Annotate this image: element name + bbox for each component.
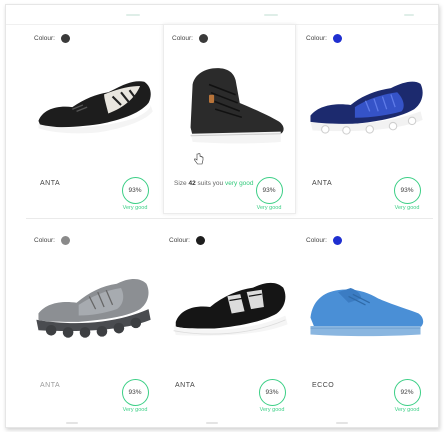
product-card[interactable]: Colour: Size 42 suits you very good 93% … [163,24,296,214]
colour-row: Colour: [306,31,425,45]
blue-knit-running-shoe-icon [310,81,423,135]
colour-swatch[interactable] [332,33,342,43]
fit-score: 93% Very good [115,379,155,413]
score-label: Very good [256,205,282,211]
colour-row: Colour: [34,233,153,247]
colour-swatch[interactable] [60,235,70,245]
score-label: Very good [122,407,148,413]
colour-label: Colour: [306,34,327,42]
fit-score: 93% Very good [387,177,427,211]
product-card[interactable]: Colour: ANTA 93% Very good [26,25,161,215]
black-white-running-shoe-icon [38,81,153,134]
product-image[interactable] [302,251,429,363]
top-strip [6,5,438,25]
brand-name: ANTA [175,382,196,389]
product-card[interactable]: Colour: ANTA 93% Very good [298,25,433,215]
fit-score: 93% Very good [115,177,155,211]
product-image[interactable] [302,49,429,161]
colour-swatch[interactable] [332,235,342,245]
colour-label: Colour: [34,236,55,244]
colour-row: Colour: [306,233,425,247]
colour-swatch[interactable] [195,235,205,245]
brand-name: ECCO [312,382,335,389]
score-label: Very good [122,205,148,211]
score-ring: 93% [258,379,286,406]
colour-swatch[interactable] [198,33,208,43]
black-mesh-sneaker-icon [173,282,288,336]
colour-row: Colour: [34,31,153,45]
product-image[interactable] [30,251,157,363]
fit-score: 92% Very good [387,379,427,413]
colour-label: Colour: [306,236,327,244]
colour-swatch[interactable] [60,33,70,43]
hand-cursor-icon [194,153,204,165]
colour-label: Colour: [172,34,193,42]
product-image[interactable] [168,49,291,161]
score-ring: 92% [393,379,421,406]
colour-label: Colour: [34,34,55,42]
black-high-top-leather-sneaker-icon [190,68,284,144]
bottom-strip [6,421,438,427]
score-label: Very good [394,407,420,413]
grey-chunky-running-shoe-icon [36,278,151,338]
colour-label: Colour: [169,236,190,244]
product-grid: Colour: ANTA 93% Very good Colour: Size … [26,24,433,425]
score-label: Very good [394,205,420,211]
score-ring: 93% [121,379,149,406]
fit-score: 93% Very good [249,177,289,211]
product-image[interactable] [165,251,294,363]
colour-row: Colour: [169,233,290,247]
blue-leather-sneaker-icon [310,287,424,337]
product-image[interactable] [30,49,157,161]
brand-name: ANTA [40,382,61,389]
product-card[interactable]: Colour: ECCO 92% Very good [298,227,433,417]
fit-score: 93% Very good [252,379,292,413]
score-ring: 93% [121,177,149,204]
product-card[interactable]: Colour: ANTA 93% Very good [26,227,161,417]
score-ring: 93% [255,177,283,204]
product-results-panel: Colour: ANTA 93% Very good Colour: Size … [5,4,439,428]
brand-name: ANTA [40,180,61,187]
product-card[interactable]: Colour: ANTA 93% Very good [161,227,298,417]
score-ring: 93% [393,177,421,204]
brand-name: ANTA [312,180,333,187]
score-label: Very good [259,407,285,413]
colour-row: Colour: [172,31,287,45]
